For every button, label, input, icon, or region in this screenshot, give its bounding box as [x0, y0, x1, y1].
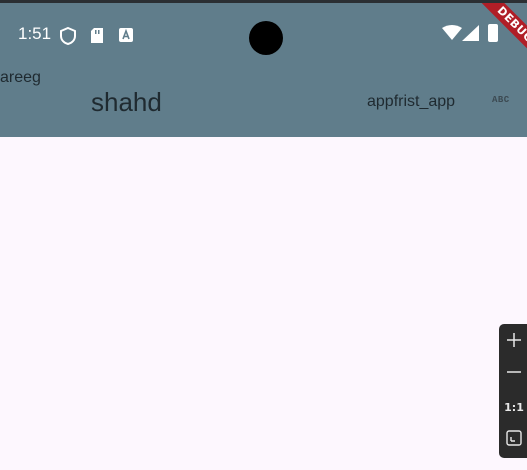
shield-icon: [60, 26, 76, 50]
text-a-icon: [119, 27, 133, 48]
actual-size-button[interactable]: 1:1: [499, 391, 527, 423]
app-bar: 1:51 DEBUG areeg shahd appfrist_app ABC: [0, 3, 527, 137]
camera-cutout: [249, 21, 283, 55]
fit-screen-icon: [506, 429, 522, 451]
zoom-controls: 1:1: [499, 324, 527, 458]
zoom-in-icon: [506, 332, 522, 353]
actual-size-label: 1:1: [504, 400, 524, 414]
sd-card-icon: [90, 27, 104, 49]
zoom-out-button[interactable]: [499, 358, 527, 390]
zoom-out-icon: [506, 364, 522, 385]
debug-banner: DEBUG: [477, 3, 527, 63]
status-time: 1:51: [18, 24, 52, 43]
app-bar-leading-text[interactable]: areeg: [0, 69, 41, 87]
wifi-icon: [442, 25, 462, 46]
app-bar-title: shahd: [91, 87, 162, 117]
battery-icon: [488, 24, 498, 42]
fit-screen-button[interactable]: [499, 424, 527, 456]
zoom-in-button[interactable]: [499, 326, 527, 358]
abc-icon[interactable]: ABC: [492, 95, 510, 105]
signal-icon: [462, 25, 480, 46]
app-bar-action-text[interactable]: appfrist_app: [367, 93, 455, 111]
